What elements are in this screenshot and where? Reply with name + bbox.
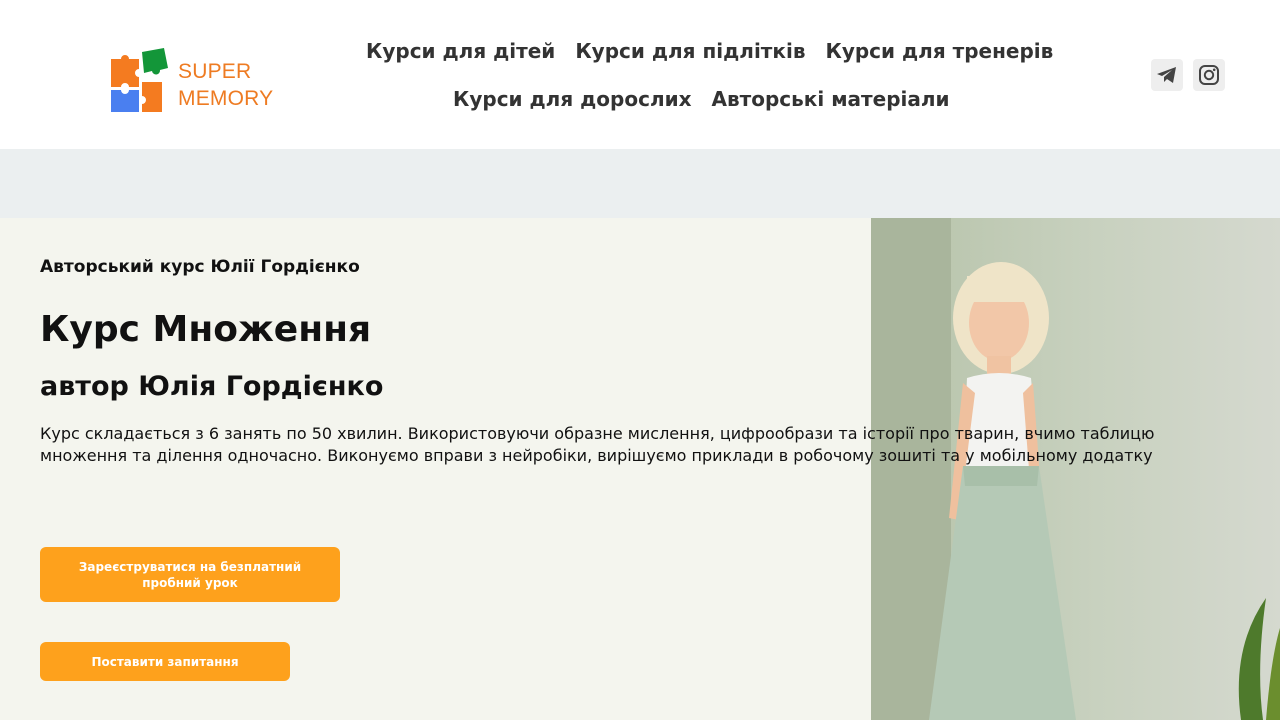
ask-question-button[interactable]: Поставити запитання xyxy=(40,642,290,681)
telegram-link[interactable] xyxy=(1151,59,1183,91)
page-title: Курс Множення xyxy=(40,309,372,350)
nav-item-teen-courses[interactable]: Курси для підлітків xyxy=(575,37,805,65)
nav-item-trainer-courses[interactable]: Курси для тренерів xyxy=(825,37,1053,65)
logo[interactable]: SUPER MEMORY xyxy=(108,46,288,114)
course-description: Курс складається з 6 занять по 50 хвилин… xyxy=(40,424,1155,465)
site-header: SUPER MEMORY Курси для дітей Курси для п… xyxy=(0,0,1280,149)
puzzle-logo-icon xyxy=(111,48,168,112)
register-trial-button[interactable]: Зареєструватися на безплатний пробний ур… xyxy=(40,547,340,602)
instagram-icon xyxy=(1199,65,1219,85)
author-photo xyxy=(871,218,1280,720)
nav-item-author-materials[interactable]: Авторські матеріали xyxy=(712,85,950,113)
course-author: автор Юлія Гордієнко xyxy=(40,371,384,402)
telegram-icon xyxy=(1157,67,1176,83)
hero-subtitle: Авторський курс Юлії Гордієнко xyxy=(40,257,360,277)
nav-item-kids-courses[interactable]: Курси для дітей xyxy=(366,37,555,65)
hero-section: Авторський курс Юлії Гордієнко Курс Множ… xyxy=(0,218,1280,720)
instagram-link[interactable] xyxy=(1193,59,1225,91)
main-nav-row-1: Курси для дітей Курси для підлітків Курс… xyxy=(366,37,1053,65)
header-separator-band xyxy=(0,149,1280,218)
logo-text-super: SUPER xyxy=(178,60,252,83)
main-nav-row-2: Курси для дорослих Авторські матеріали xyxy=(453,85,950,113)
nav-item-adult-courses[interactable]: Курси для дорослих xyxy=(453,85,692,113)
logo-text-memory: MEMORY xyxy=(178,87,274,110)
